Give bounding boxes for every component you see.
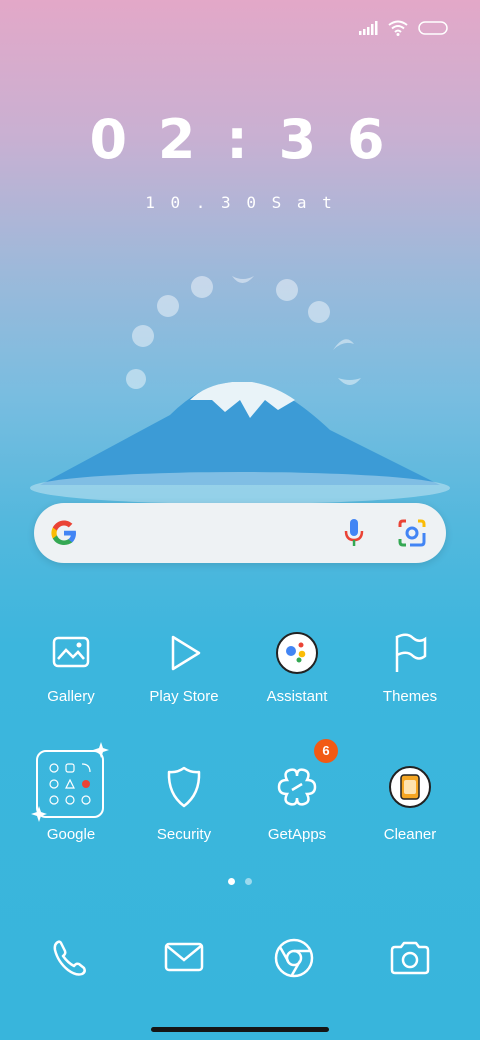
app-assistant[interactable]: Assistant (241, 628, 353, 748)
security-shield-icon (167, 766, 201, 808)
status-bar (358, 16, 450, 40)
play-store-icon (171, 635, 201, 671)
app-security[interactable]: Security (128, 762, 240, 882)
microphone-icon[interactable] (340, 517, 368, 549)
camera-icon[interactable] (386, 934, 434, 982)
gesture-nav-bar[interactable] (151, 1027, 329, 1032)
page-dot[interactable] (245, 878, 252, 885)
app-gallery[interactable]: Gallery (15, 628, 127, 748)
signal-icon (359, 21, 378, 35)
getapps-icon (277, 768, 317, 806)
app-label: Security (156, 826, 212, 843)
app-getapps[interactable]: GetApps (241, 762, 353, 882)
themes-flag-icon (395, 633, 427, 672)
google-lens-icon[interactable] (396, 517, 428, 549)
cleaner-icon (389, 766, 431, 808)
app-themes[interactable]: Themes (354, 628, 466, 748)
chrome-browser-icon[interactable] (270, 934, 318, 982)
wallpaper-mountain-moons (30, 276, 450, 504)
wifi-icon (388, 20, 408, 36)
app-label: Play Store (149, 688, 219, 705)
app-label: Cleaner (383, 826, 437, 843)
assistant-icon (276, 632, 318, 674)
gallery-icon (52, 636, 90, 668)
app-label: Themes (382, 688, 438, 705)
messages-icon[interactable] (160, 934, 208, 982)
app-google-folder[interactable]: Google (15, 742, 127, 870)
phone-icon[interactable] (46, 934, 94, 982)
app-play-store[interactable]: Play Store (128, 628, 240, 748)
notification-badge: 6 (314, 739, 338, 763)
clock-time[interactable]: 0 2 : 3 6 (0, 108, 480, 171)
app-cleaner[interactable]: Cleaner (354, 762, 466, 882)
sparkle-icon (31, 806, 47, 822)
page-dot-active[interactable] (228, 878, 235, 885)
clock-date[interactable]: 1 0 . 3 0 S a t (0, 193, 480, 212)
app-label: Assistant (266, 688, 328, 705)
app-label: Gallery (47, 688, 95, 705)
app-label: Google (46, 826, 96, 843)
page-indicator[interactable] (228, 878, 252, 885)
google-search-bar[interactable] (34, 503, 446, 563)
google-logo-icon (51, 520, 76, 545)
app-label: GetApps (267, 826, 327, 843)
folder-mini-icons (49, 763, 91, 805)
battery-icon (418, 21, 448, 35)
sparkle-icon (93, 742, 109, 758)
